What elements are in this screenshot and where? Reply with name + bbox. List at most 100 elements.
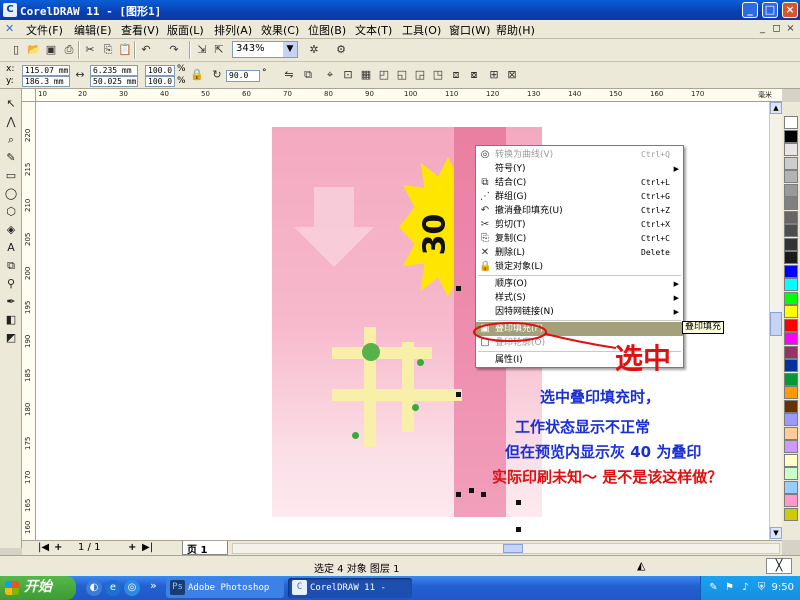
wrap-icon[interactable]: ⧉: [300, 67, 316, 83]
front-minus-back-icon[interactable]: ⧈: [448, 67, 464, 83]
menu-file[interactable]: 文件(F): [26, 22, 63, 38]
color-swatch[interactable]: [784, 264, 798, 278]
convert-to-curves-icon[interactable]: ⊠: [504, 67, 520, 83]
color-swatch[interactable]: [784, 426, 798, 440]
color-swatch[interactable]: [784, 453, 798, 467]
transform-icon[interactable]: ⌖: [322, 67, 338, 83]
color-swatch[interactable]: [784, 359, 798, 372]
selection-handle[interactable]: [456, 392, 461, 397]
menu-window[interactable]: 窗口(W): [449, 22, 490, 38]
menu-layout[interactable]: 版面(L): [167, 22, 204, 38]
color-swatch[interactable]: [784, 386, 798, 399]
color-swatch[interactable]: [784, 332, 798, 345]
input-method-icon[interactable]: ✎: [707, 581, 720, 594]
add-page-after-button[interactable]: +: [128, 542, 136, 553]
new-icon[interactable]: ▯: [8, 42, 24, 58]
doc-close-button[interactable]: ×: [784, 23, 797, 35]
menu-view[interactable]: 查看(V): [121, 22, 159, 38]
zoom-select[interactable]: 343% ▼: [232, 41, 298, 58]
height-field[interactable]: 50.025 mm: [90, 76, 138, 87]
node-icon[interactable]: ⊡: [340, 67, 356, 83]
menu-symbol[interactable]: 符号(Y) ▶: [476, 162, 683, 176]
minimize-button[interactable]: _: [742, 2, 758, 18]
print-icon[interactable]: ⎙: [61, 42, 77, 58]
menu-lock-object[interactable]: 🔒 锁定对象(L): [476, 260, 683, 274]
text-tool-icon[interactable]: A: [2, 239, 20, 256]
color-swatch[interactable]: [784, 156, 798, 170]
rectangle-tool-icon[interactable]: ▭: [2, 167, 20, 184]
x-position-field[interactable]: 115.07 mm: [22, 65, 70, 76]
selection-handle[interactable]: [481, 492, 486, 497]
color-swatch[interactable]: [784, 251, 798, 264]
color-swatch[interactable]: [784, 170, 798, 183]
page-tab[interactable]: 页 1: [182, 541, 228, 556]
menu-group[interactable]: ⋰ 群组(G) Ctrl+G: [476, 190, 683, 204]
menu-internet-link[interactable]: 因特网链接(N) ▶: [476, 305, 683, 319]
width-field[interactable]: 6.235 mm: [90, 65, 138, 76]
pick-tool-icon[interactable]: ↖: [2, 95, 20, 112]
coreldraw-app-icon[interactable]: C: [3, 3, 17, 17]
color-swatch[interactable]: [784, 291, 798, 305]
show-desktop-icon[interactable]: ◐: [86, 580, 102, 596]
color-swatch[interactable]: [784, 345, 798, 359]
scroll-thumb[interactable]: [770, 312, 782, 336]
color-swatch[interactable]: [784, 197, 798, 210]
menu-tools[interactable]: 工具(O): [402, 22, 441, 38]
menu-copy[interactable]: ⎘ 复制(C) Ctrl+C: [476, 232, 683, 246]
ruler-origin[interactable]: [22, 89, 36, 102]
color-swatch[interactable]: [784, 224, 798, 237]
network-icon[interactable]: ⚑: [723, 581, 736, 594]
application-launcher-icon[interactable]: ✲: [306, 42, 322, 58]
last-page-button[interactable]: ▶|: [142, 542, 153, 553]
back-minus-front-icon[interactable]: ⧇: [466, 67, 482, 83]
menu-convert-to-curves[interactable]: ◎ 转换为曲线(V) Ctrl+Q: [476, 148, 683, 162]
color-swatch[interactable]: [784, 399, 798, 413]
menu-text[interactable]: 文本(T): [355, 22, 392, 38]
color-swatch[interactable]: [784, 318, 798, 332]
color-swatch[interactable]: [784, 278, 798, 291]
color-swatch[interactable]: [784, 440, 798, 453]
basic-shapes-tool-icon[interactable]: ◈: [2, 221, 20, 238]
color-swatch[interactable]: [784, 372, 798, 386]
mirror-icon[interactable]: ⇋: [281, 67, 297, 83]
simplify-icon[interactable]: ◳: [430, 67, 446, 83]
menu-undo-overprint[interactable]: ↶ 撤消叠印填充(U) Ctrl+Z: [476, 204, 683, 218]
color-swatch[interactable]: [784, 305, 798, 318]
volume-icon[interactable]: ♪: [739, 581, 752, 594]
lock-ratio-icon[interactable]: 🔒: [190, 67, 204, 83]
color-swatch[interactable]: [784, 116, 798, 129]
menu-cut[interactable]: ✂ 剪切(T) Ctrl+X: [476, 218, 683, 232]
quicklaunch-chevron[interactable]: »: [150, 579, 157, 592]
fill-tool-icon[interactable]: ◧: [2, 311, 20, 328]
first-page-button[interactable]: |◀: [38, 542, 49, 553]
save-icon[interactable]: ▣: [43, 42, 59, 58]
polygon-tool-icon[interactable]: ⬡: [2, 203, 20, 220]
taskbar-button-photoshop[interactable]: Ps Adobe Photoshop: [166, 578, 284, 598]
eyedropper-tool-icon[interactable]: ⚲: [2, 275, 20, 292]
undo-icon[interactable]: ↶: [138, 42, 154, 58]
import-icon[interactable]: ⇲: [194, 42, 210, 58]
rotation-field[interactable]: 90.0: [226, 70, 260, 82]
add-page-before-button[interactable]: +: [54, 542, 62, 553]
fill-bucket-icon[interactable]: ◭: [637, 559, 651, 573]
menu-order[interactable]: 顺序(O) ▶: [476, 277, 683, 291]
maximize-button[interactable]: □: [762, 2, 778, 18]
menu-effects[interactable]: 效果(C): [261, 22, 299, 38]
selection-handle[interactable]: [516, 527, 521, 532]
weld-icon[interactable]: ◰: [376, 67, 392, 83]
freehand-tool-icon[interactable]: ✎: [2, 149, 20, 166]
vertical-scrollbar[interactable]: ▲ ▼: [769, 102, 782, 540]
document-icon[interactable]: ✕: [5, 22, 19, 36]
color-swatch[interactable]: [784, 237, 798, 251]
windows-media-icon[interactable]: ◎: [124, 580, 140, 596]
color-swatch[interactable]: [784, 183, 798, 197]
menu-edit[interactable]: 编辑(E): [74, 22, 112, 38]
taskbar-button-coreldraw[interactable]: C CorelDRAW 11 - [...: [288, 578, 412, 598]
color-swatch[interactable]: [784, 480, 798, 494]
horizontal-scrollbar[interactable]: [232, 543, 780, 554]
internet-explorer-icon[interactable]: e: [105, 580, 121, 596]
menu-arrange[interactable]: 排列(A): [214, 22, 252, 38]
scroll-down-icon[interactable]: ▼: [770, 527, 782, 539]
color-swatch[interactable]: [784, 413, 798, 426]
corel-online-icon[interactable]: ⚙: [333, 42, 349, 58]
